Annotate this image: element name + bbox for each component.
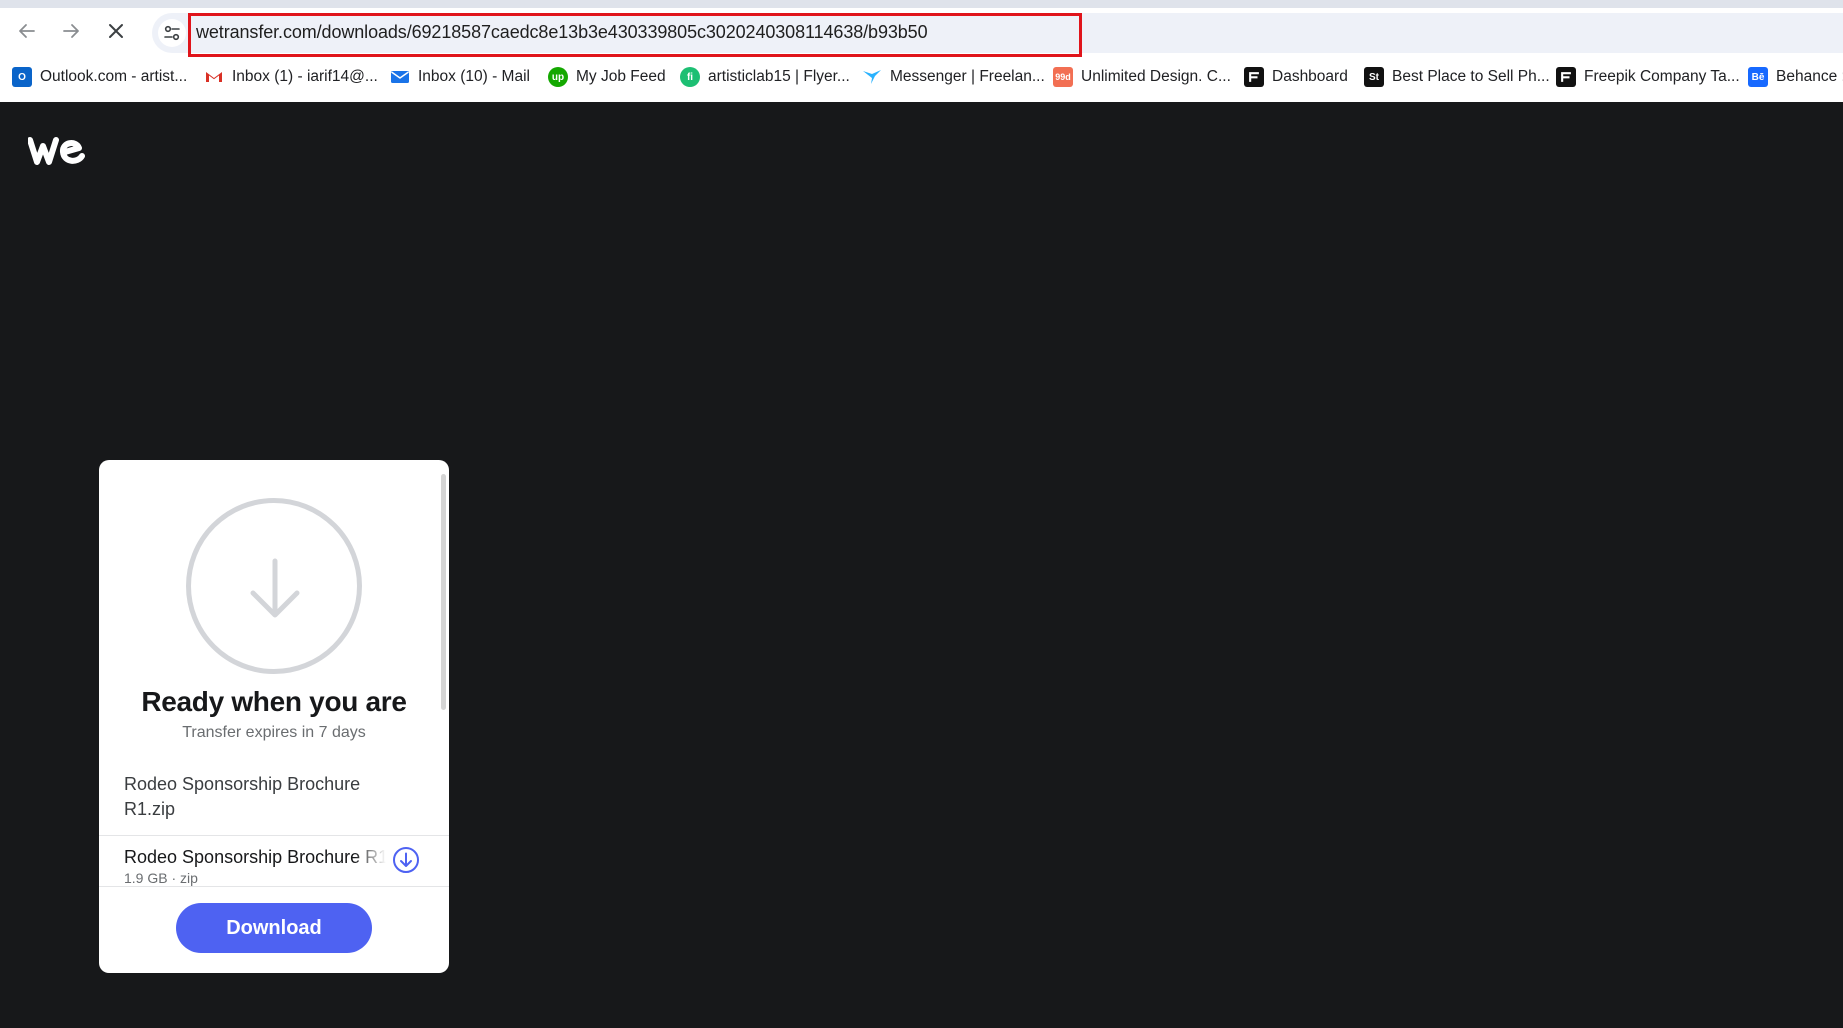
freepik-icon — [1556, 67, 1576, 87]
bookmark-label: Inbox (1) - iarif14@... — [232, 68, 378, 85]
download-progress-ring — [186, 498, 362, 674]
freelancer-icon — [862, 67, 882, 87]
bookmark-upwork[interactable]: up My Job Feed — [548, 65, 666, 89]
bookmark-shutterstock[interactable]: St Best Place to Sell Ph... — [1364, 65, 1550, 89]
file-list-item[interactable]: Rodeo Sponsorship Brochure R1.zip 1.9 GB… — [99, 836, 449, 886]
forward-button[interactable] — [56, 16, 86, 46]
bookmark-label: Outlook.com - artist... — [40, 68, 188, 85]
divider — [99, 886, 449, 887]
browser-chrome: wetransfer.com/downloads/69218587caedc8e… — [0, 0, 1843, 102]
shutterstock-icon: St — [1364, 67, 1384, 87]
bookmark-99designs[interactable]: 99d Unlimited Design. C... — [1053, 65, 1231, 89]
arrow-left-icon — [19, 24, 35, 38]
bookmark-label: Dashboard — [1272, 68, 1348, 85]
bookmark-label: Freepik Company Ta... — [1584, 68, 1740, 85]
bookmark-behance[interactable]: Bē Behance :: — [1748, 65, 1843, 89]
bookmark-label: artisticlab15 | Flyer... — [708, 68, 850, 85]
stop-loading-button[interactable] — [101, 16, 131, 46]
transfer-name: Rodeo Sponsorship Brochure R1.zip — [124, 774, 361, 819]
expiry-text: Transfer expires in 7 days — [182, 724, 366, 741]
arrow-right-icon — [63, 24, 79, 38]
behance-icon: Bē — [1748, 67, 1768, 87]
outlook-icon: O — [12, 67, 32, 87]
back-button[interactable] — [12, 16, 42, 46]
site-info-button[interactable] — [158, 19, 186, 47]
tune-icon — [164, 25, 180, 41]
tab-strip — [0, 0, 1843, 8]
bookmark-label: Inbox (10) - Mail — [418, 68, 530, 85]
download-circle-icon[interactable] — [392, 846, 420, 874]
dashboard-icon — [1244, 67, 1264, 87]
file-name: Rodeo Sponsorship Brochure R1.zip — [124, 847, 386, 867]
mail-icon — [390, 67, 410, 87]
bookmark-label: Best Place to Sell Ph... — [1392, 68, 1550, 85]
bookmark-label: My Job Feed — [576, 68, 666, 85]
close-icon — [109, 24, 123, 38]
gmail-icon — [204, 67, 224, 87]
bookmark-freepik[interactable]: Freepik Company Ta... — [1556, 65, 1740, 89]
fiverr-icon: fi — [680, 67, 700, 87]
download-button[interactable]: Download — [176, 903, 372, 953]
bookmark-mail[interactable]: Inbox (10) - Mail — [390, 65, 530, 89]
bookmark-label: Unlimited Design. C... — [1081, 68, 1231, 85]
card-scrollbar[interactable] — [441, 474, 446, 710]
bookmarks-bar: O Outlook.com - artist... Inbox (1) - ia… — [0, 62, 1843, 92]
bookmark-outlook[interactable]: O Outlook.com - artist... — [12, 65, 187, 89]
upwork-icon: up — [548, 67, 568, 87]
address-bar[interactable]: wetransfer.com/downloads/69218587caedc8e… — [152, 13, 1843, 57]
card-title: Ready when you are — [141, 686, 407, 717]
bookmark-label: Messenger | Freelan... — [890, 68, 1045, 85]
bookmark-dashboard[interactable]: Dashboard — [1244, 65, 1348, 89]
wetransfer-logo[interactable] — [28, 136, 86, 166]
arrow-down-icon — [250, 558, 300, 618]
file-meta: 1.9 GB · zip — [124, 870, 198, 886]
bookmark-freelancer[interactable]: Messenger | Freelan... — [862, 65, 1045, 89]
download-card: Ready when you are Transfer expires in 7… — [99, 460, 449, 973]
url-text[interactable]: wetransfer.com/downloads/69218587caedc8e… — [196, 22, 928, 43]
bookmark-gmail[interactable]: Inbox (1) - iarif14@... — [204, 65, 378, 89]
99designs-icon: 99d — [1053, 67, 1073, 87]
bookmark-label: Behance :: — [1776, 68, 1843, 85]
bookmark-fiverr[interactable]: fi artisticlab15 | Flyer... — [680, 65, 850, 89]
browser-toolbar: wetransfer.com/downloads/69218587caedc8e… — [0, 8, 1843, 57]
